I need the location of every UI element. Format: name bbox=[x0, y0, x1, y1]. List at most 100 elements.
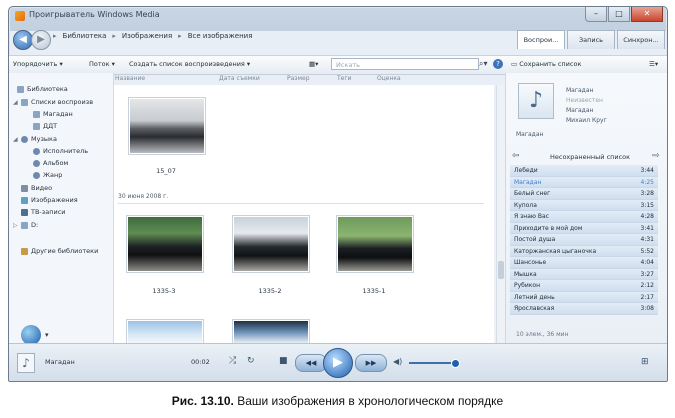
search-input[interactable]: Искать bbox=[331, 58, 479, 70]
track-duration: 3:15 bbox=[640, 201, 654, 209]
stream-menu[interactable]: Поток ▾ bbox=[89, 60, 115, 68]
nav-playlist-item[interactable]: Магадан bbox=[33, 110, 73, 118]
volume-slider-knob[interactable] bbox=[451, 359, 460, 368]
track-duration: 3:44 bbox=[640, 167, 654, 174]
playlist-row[interactable]: Шансонье 4:04 bbox=[510, 257, 658, 269]
photo-thumbnail[interactable] bbox=[128, 97, 206, 155]
playlist-forward-icon[interactable]: ⇨ bbox=[652, 151, 660, 161]
track-duration: 4:28 bbox=[640, 213, 654, 220]
chevron-right-icon: ▸ bbox=[112, 32, 116, 40]
library-icon bbox=[17, 85, 24, 93]
play-button[interactable]: ▶ bbox=[323, 348, 353, 378]
nav-other-libraries[interactable]: Другие библиотеки bbox=[21, 247, 98, 255]
volume-icon[interactable]: ◀) bbox=[393, 357, 402, 366]
photo-thumbnail[interactable] bbox=[336, 215, 414, 273]
help-icon[interactable]: ? bbox=[493, 59, 503, 69]
column-date-taken[interactable]: Дата съемки bbox=[219, 75, 260, 82]
tv-icon bbox=[21, 208, 28, 216]
playlist-row[interactable]: Купола 3:15 bbox=[510, 199, 658, 211]
tab-play[interactable]: Воспрои... bbox=[517, 30, 565, 49]
view-options-icon[interactable]: ▦▾ bbox=[309, 60, 318, 68]
playlist-back-icon[interactable]: ⇦ bbox=[512, 151, 520, 161]
playlist-row[interactable]: Ярославская 3:08 bbox=[510, 303, 658, 315]
photo-thumbnail[interactable] bbox=[126, 215, 204, 273]
playlist-row[interactable]: Мышка 3:27 bbox=[510, 268, 658, 280]
stream-label: Поток bbox=[89, 60, 110, 68]
playlist-row[interactable]: Летний день 2:17 bbox=[510, 291, 658, 303]
playlist-row[interactable]: Магадан 4:25 bbox=[510, 176, 658, 188]
video-icon bbox=[21, 184, 28, 192]
media-guide-globe-icon[interactable] bbox=[21, 325, 41, 345]
crumb-all-pictures[interactable]: Все изображения bbox=[188, 32, 253, 40]
organize-menu[interactable]: Упорядочить ▾ bbox=[13, 60, 63, 68]
save-list-button[interactable]: ▭ Сохранить список bbox=[511, 60, 581, 68]
list-options-icon[interactable]: ☰▾ bbox=[649, 60, 658, 68]
create-playlist-menu[interactable]: Создать список воспроизведения ▾ bbox=[129, 60, 250, 68]
track-duration: 3:41 bbox=[640, 224, 654, 232]
photo-image bbox=[234, 217, 308, 271]
figure-caption: Рис. 13.10. Ваши изображения в хронологи… bbox=[0, 394, 675, 408]
nav-drive-label: D: bbox=[31, 221, 39, 229]
artist-icon bbox=[33, 147, 40, 155]
tab-sync[interactable]: Синхрон... bbox=[617, 30, 665, 49]
nav-genre[interactable]: Жанр bbox=[33, 171, 62, 179]
pictures-icon bbox=[21, 196, 28, 204]
drive-icon bbox=[21, 221, 28, 229]
track-title: Ярославская bbox=[514, 305, 555, 312]
playlist-icon bbox=[21, 98, 28, 106]
playlist-row[interactable]: Постой душа 4:31 bbox=[510, 234, 658, 246]
album-art-label: Магадан bbox=[516, 131, 544, 138]
chevron-down-icon[interactable]: ▾ bbox=[45, 331, 49, 339]
column-rating[interactable]: Оценка bbox=[377, 75, 401, 82]
nav-artist[interactable]: Исполнитель bbox=[33, 147, 88, 155]
track-duration: 3:08 bbox=[640, 305, 654, 312]
forward-button[interactable]: ▶ bbox=[31, 30, 51, 50]
nav-pictures-label: Изображения bbox=[31, 196, 78, 204]
playlist-row[interactable]: Приходите в мой дом 3:41 bbox=[510, 222, 658, 234]
nav-video[interactable]: Видео bbox=[21, 184, 52, 192]
switch-to-now-playing-icon[interactable]: ⊞ bbox=[641, 357, 649, 367]
elapsed-time: 00:02 bbox=[191, 358, 210, 366]
content-scrollbar[interactable] bbox=[496, 85, 505, 343]
track-duration: 4:25 bbox=[640, 178, 654, 186]
playlist-row[interactable]: Белый снег 3:28 bbox=[510, 188, 658, 200]
column-tags[interactable]: Теги bbox=[337, 75, 351, 82]
nav-tv[interactable]: ТВ-записи bbox=[21, 208, 66, 216]
window-controls: – □ ✕ bbox=[584, 7, 663, 22]
nav-playlists[interactable]: ◢ Списки воспроизв bbox=[13, 98, 93, 106]
search-icon[interactable]: ⌕▾ bbox=[479, 59, 488, 69]
close-button[interactable]: ✕ bbox=[631, 7, 663, 22]
playlist-row[interactable]: Рубикон 2:12 bbox=[510, 280, 658, 292]
tab-burn[interactable]: Запись bbox=[567, 30, 615, 49]
playlist-row[interactable]: Каторжанская цыганочка 5:52 bbox=[510, 245, 658, 257]
scrollbar-thumb[interactable] bbox=[498, 261, 504, 279]
nav-album[interactable]: Альбом bbox=[33, 159, 68, 167]
photo-label: 1335-3 bbox=[152, 287, 176, 295]
photo-thumbnail[interactable] bbox=[126, 319, 204, 345]
column-title[interactable]: Название bbox=[115, 75, 145, 82]
crumb-library[interactable]: Библиотека bbox=[63, 32, 107, 40]
nav-pictures[interactable]: Изображения bbox=[21, 196, 78, 204]
shuffle-icon[interactable]: ⤮ bbox=[229, 356, 236, 366]
volume-slider[interactable] bbox=[409, 362, 455, 364]
playlist-row[interactable]: Я знаю Вас 4:28 bbox=[510, 211, 658, 223]
photo-thumbnail[interactable] bbox=[232, 215, 310, 273]
minimize-button[interactable]: – bbox=[585, 7, 607, 22]
stop-icon[interactable]: ■ bbox=[279, 356, 288, 366]
crumb-pictures[interactable]: Изображения bbox=[122, 32, 172, 40]
organize-label: Упорядочить bbox=[13, 60, 58, 68]
nav-playlist-item[interactable]: ДДТ bbox=[33, 122, 57, 130]
title-bar: Проигрыватель Windows Media – □ ✕ bbox=[9, 7, 667, 25]
maximize-button[interactable]: □ bbox=[608, 7, 630, 22]
other-libraries-icon bbox=[21, 247, 28, 255]
playlist-row[interactable]: Лебеди 3:44 bbox=[510, 165, 658, 177]
photo-thumbnail[interactable] bbox=[232, 319, 310, 345]
back-button[interactable]: ◀ bbox=[13, 30, 33, 50]
nav-drive[interactable]: ▷ D: bbox=[13, 221, 38, 229]
repeat-icon[interactable]: ↻ bbox=[247, 356, 255, 366]
nav-library[interactable]: Библиотека bbox=[17, 85, 68, 93]
column-size[interactable]: Размер bbox=[287, 75, 310, 82]
genre-icon bbox=[33, 171, 40, 179]
next-button[interactable]: ▶▶ bbox=[355, 354, 387, 372]
nav-music[interactable]: ◢ Музыка bbox=[13, 135, 57, 143]
